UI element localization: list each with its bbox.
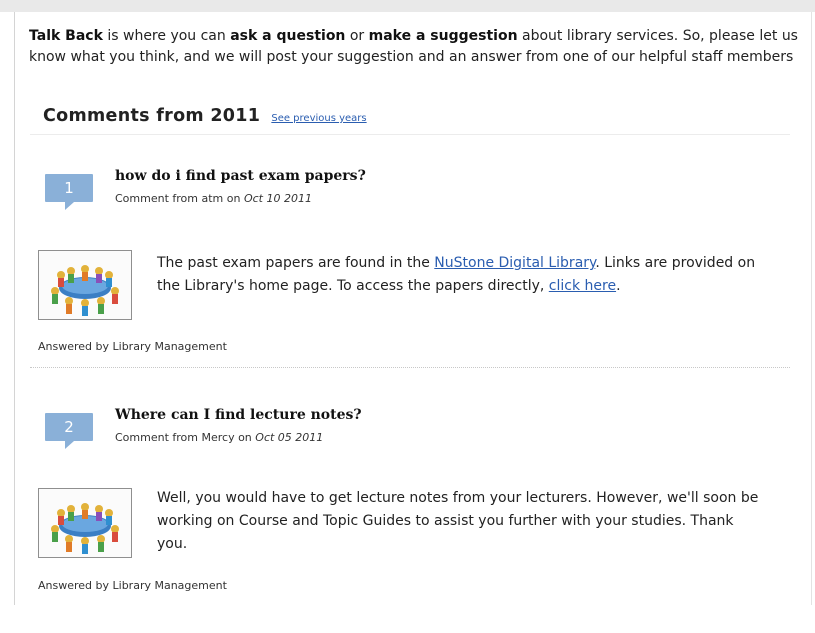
speech-bubble-tail	[65, 441, 74, 449]
intro-talk-back: Talk Back	[29, 28, 103, 44]
intro-text-1: is where you can	[102, 28, 231, 44]
meeting-thumbnail-image	[38, 250, 132, 320]
comment-number-badge: 1	[45, 174, 93, 210]
comment-question: Where can I find lecture notes?	[115, 407, 362, 423]
see-previous-years-link[interactable]: See previous years	[271, 113, 366, 124]
comment-date: Oct 10 2011	[243, 192, 312, 205]
click-here-link[interactable]: click here	[549, 278, 616, 294]
comment-entry-1: 1 how do i find past exam papers? Commen…	[0, 168, 815, 394]
nustone-digital-library-link[interactable]: NuStone Digital Library	[434, 255, 595, 271]
answer-text-a: The past exam papers are found in the	[157, 255, 435, 271]
intro-paragraph: Talk Back is where you can ask a questio…	[29, 26, 799, 68]
answered-by-label: Answered by Library Management	[38, 579, 227, 592]
comment-question: how do i find past exam papers?	[115, 168, 366, 184]
comment-number: 2	[64, 418, 74, 436]
comment-date: Oct 05 2011	[255, 431, 324, 444]
section-header: Comments from 2011 See previous years	[43, 106, 783, 126]
comment-meta: Comment from atm on Oct 10 2011	[115, 192, 312, 205]
meeting-table-illustration	[51, 265, 119, 316]
comment-meta: Comment from Mercy on Oct 05 2011	[115, 431, 323, 444]
comment-answer: The past exam papers are found in the Nu…	[157, 252, 767, 298]
comment-author: Comment from Mercy on	[115, 431, 256, 444]
comment-author: Comment from atm on	[115, 192, 244, 205]
comment-number-badge: 2	[45, 413, 93, 449]
answered-by-label: Answered by Library Management	[38, 340, 227, 353]
top-bar	[0, 0, 815, 12]
speech-bubble-tail	[65, 202, 74, 210]
comment-number: 1	[64, 179, 74, 197]
comment-answer: Well, you would have to get lecture note…	[157, 490, 759, 552]
comment-divider	[30, 367, 790, 368]
answer-text-c: .	[616, 278, 621, 294]
comment-entry-2: 2 Where can I find lecture notes? Commen…	[0, 407, 815, 633]
meeting-thumbnail-image	[38, 488, 132, 558]
section-divider	[30, 134, 790, 135]
intro-make-suggestion: make a suggestion	[368, 28, 518, 44]
meeting-table-illustration	[51, 503, 119, 554]
section-title: Comments from 2011	[43, 106, 261, 126]
intro-ask-question: ask a question	[230, 28, 346, 44]
intro-text-2: or	[345, 28, 369, 44]
